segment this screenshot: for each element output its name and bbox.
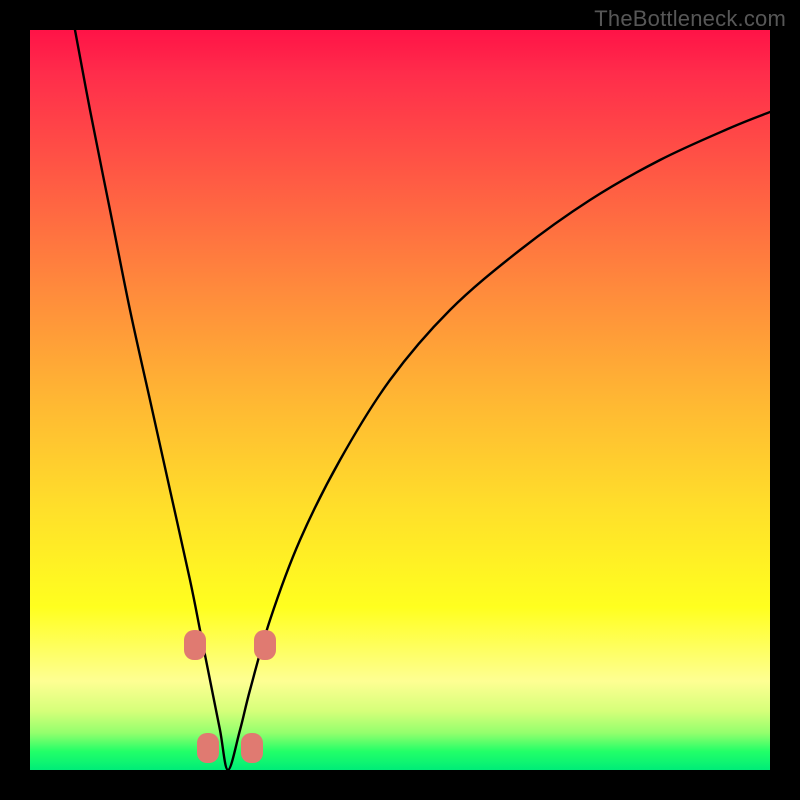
marker-left-upper — [184, 630, 206, 660]
markers-layer — [30, 30, 770, 770]
marker-left-lower — [197, 733, 219, 763]
marker-right-lower — [241, 733, 263, 763]
chart-frame: TheBottleneck.com — [0, 0, 800, 800]
marker-right-upper — [254, 630, 276, 660]
plot-area — [30, 30, 770, 770]
watermark-text: TheBottleneck.com — [594, 6, 786, 32]
